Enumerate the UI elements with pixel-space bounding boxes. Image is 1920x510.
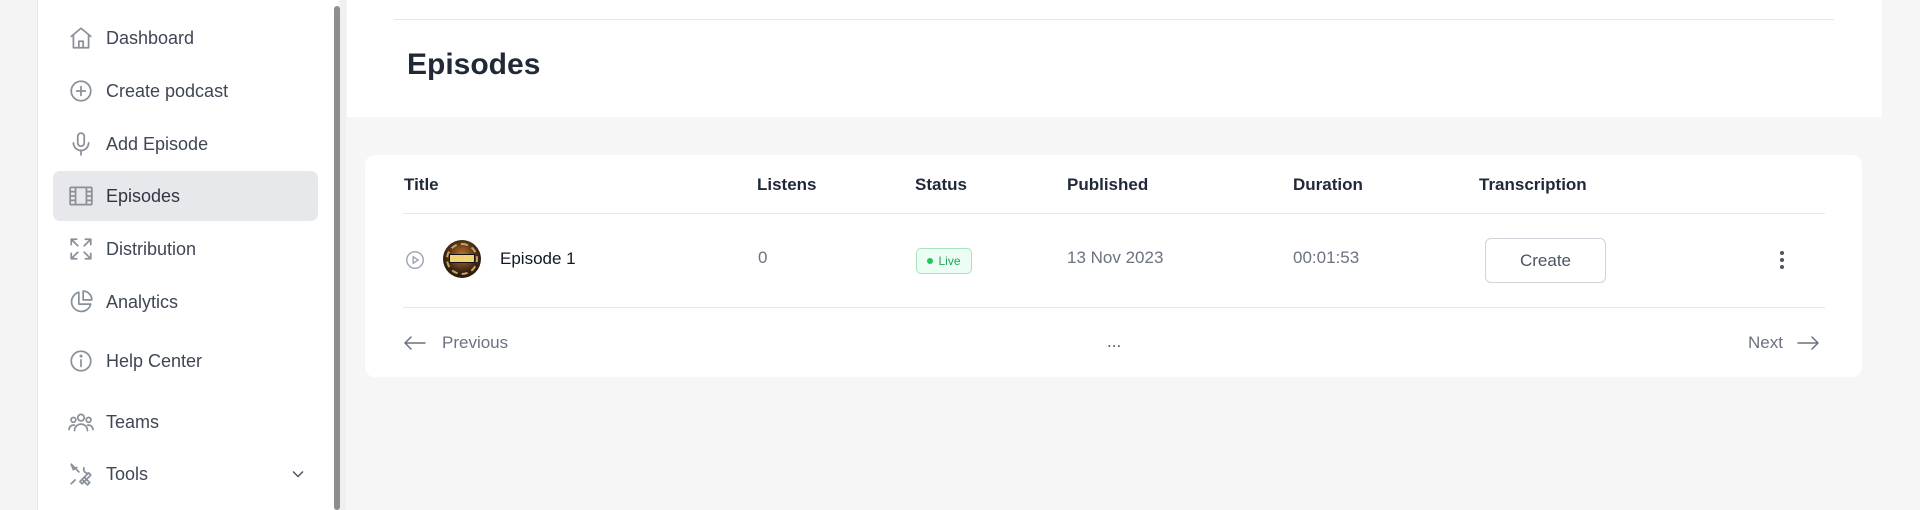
episode-listens: 0	[758, 248, 768, 267]
previous-page-button[interactable]: Previous	[404, 333, 508, 353]
sidebar-divider	[340, 0, 346, 510]
sidebar-item-create-podcast[interactable]: Create podcast	[53, 66, 318, 116]
sidebar-item-teams[interactable]: Teams	[53, 397, 318, 447]
tools-icon	[57, 449, 105, 499]
status-badge: Live	[916, 248, 972, 274]
column-header-title: Title	[404, 175, 439, 194]
episode-title[interactable]: Episode 1	[500, 249, 576, 269]
column-header-duration: Duration	[1293, 175, 1363, 194]
users-icon	[57, 397, 105, 447]
sidebar-item-dashboard[interactable]: Dashboard	[53, 13, 318, 63]
sidebar-item-label: Distribution	[106, 238, 197, 259]
episodes-table-card: Title Listens Status Published Duration …	[365, 155, 1862, 377]
info-icon	[57, 336, 105, 386]
sidebar-item-label: Teams	[106, 411, 160, 432]
sidebar-item-label: Add Episode	[106, 133, 209, 154]
column-header-listens: Listens	[757, 175, 817, 194]
home-icon	[57, 13, 105, 63]
sidebar-item-add-episode[interactable]: Add Episode	[53, 119, 318, 169]
sidebar-item-label: Analytics	[106, 291, 179, 312]
episode-thumbnail	[443, 240, 481, 278]
header-divider	[394, 19, 1834, 20]
sidebar-item-label: Tools	[106, 463, 149, 484]
column-header-published: Published	[1067, 175, 1149, 194]
column-header-status: Status	[915, 175, 967, 194]
page-header: Episodes	[347, 0, 1882, 117]
sidebar-item-label: Create podcast	[106, 80, 229, 101]
create-transcription-button[interactable]: Create	[1485, 238, 1606, 283]
sidebar-item-label: Dashboard	[106, 27, 195, 48]
sidebar-scrollbar[interactable]	[334, 6, 340, 510]
header-row-divider	[403, 213, 1825, 214]
film-icon	[57, 171, 105, 221]
expand-icon	[57, 224, 105, 274]
pie-chart-icon	[57, 277, 105, 327]
row-divider	[403, 307, 1825, 308]
sidebar-item-distribution[interactable]: Distribution	[53, 224, 318, 274]
sidebar-item-analytics[interactable]: Analytics	[53, 277, 318, 327]
sidebar-item-label: Episodes	[106, 185, 181, 206]
arrow-right-icon	[1797, 336, 1819, 350]
microphone-icon	[57, 119, 105, 169]
episode-published-date: 13 Nov 2023	[1067, 248, 1164, 267]
pagination-ellipsis: ...	[1107, 332, 1122, 351]
sidebar: Dashboard Create podcast Add Episode Epi…	[38, 0, 338, 510]
next-label: Next	[1748, 333, 1783, 352]
sidebar-item-label: Help Center	[106, 350, 203, 371]
chevron-down-icon[interactable]	[288, 464, 308, 484]
play-icon[interactable]	[404, 249, 426, 276]
episode-duration: 00:01:53	[1293, 248, 1360, 267]
sidebar-item-help-center[interactable]: Help Center	[53, 336, 318, 386]
previous-label: Previous	[442, 333, 509, 352]
status-badge-label: Live	[938, 254, 961, 268]
sidebar-item-tools[interactable]: Tools	[53, 449, 318, 499]
status-dot-icon	[927, 258, 934, 264]
next-page-button[interactable]: Next	[1748, 333, 1819, 353]
left-gutter	[0, 0, 38, 510]
column-header-transcription: Transcription	[1479, 175, 1587, 194]
page-title: Episodes	[407, 48, 541, 81]
arrow-left-icon	[404, 336, 426, 350]
more-options-icon[interactable]	[1772, 248, 1792, 272]
sidebar-item-episodes[interactable]: Episodes	[53, 171, 318, 221]
plus-circle-icon	[57, 66, 105, 116]
